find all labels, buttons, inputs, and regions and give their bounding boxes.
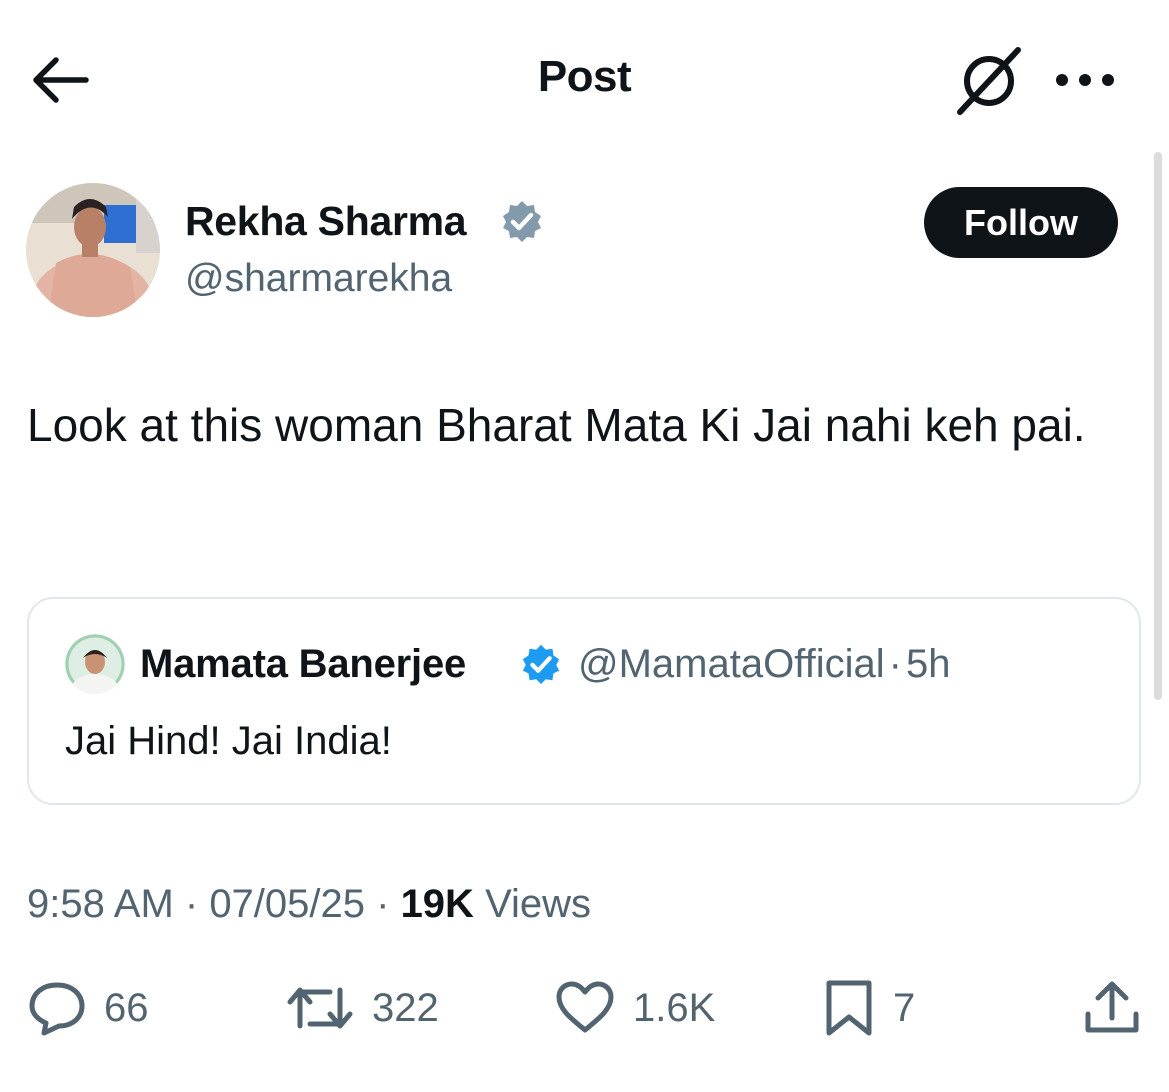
repost-icon	[287, 987, 353, 1029]
author-avatar[interactable]	[26, 183, 160, 317]
repost-button[interactable]: 322	[286, 980, 439, 1036]
post-text: Look at this woman Bharat Mata Ki Jai na…	[27, 399, 1086, 451]
repost-count: 322	[372, 985, 439, 1030]
reply-button[interactable]: 66	[28, 980, 149, 1036]
reply-icon	[29, 982, 85, 1036]
quoted-post-card[interactable]	[27, 597, 1141, 805]
share-icon	[1085, 981, 1139, 1033]
post-date: 07/05/25	[209, 882, 366, 926]
reply-count: 66	[104, 985, 149, 1030]
scrollbar[interactable]	[1154, 152, 1162, 700]
grok-button[interactable]	[954, 46, 1024, 116]
quoted-author-avatar[interactable]	[65, 634, 125, 694]
views-label: Views	[485, 882, 592, 926]
quoted-author-handle-and-age: @MamataOfficial · 5h	[578, 642, 950, 687]
like-count: 1.6K	[633, 985, 716, 1030]
heart-icon	[556, 981, 614, 1033]
quoted-post-text: Jai Hind! Jai India!	[65, 719, 392, 763]
more-horizontal-icon	[1056, 74, 1114, 86]
more-options-button[interactable]	[1052, 60, 1118, 100]
share-button[interactable]	[1082, 980, 1142, 1036]
quoted-post-age: 5h	[905, 642, 951, 686]
grok-icon	[957, 47, 1021, 115]
like-button[interactable]: 1.6K	[555, 980, 715, 1036]
quoted-author-handle: @MamataOfficial	[578, 642, 885, 686]
bookmark-count: 7	[893, 985, 916, 1030]
bookmark-icon	[826, 980, 872, 1036]
author-handle[interactable]: @sharmarekha	[185, 257, 452, 301]
author-name[interactable]: Rekha Sharma	[185, 198, 467, 245]
post-time: 9:58 AM	[27, 882, 174, 926]
views-count: 19K	[400, 882, 474, 926]
verified-badge-icon	[520, 643, 562, 685]
verified-badge-icon	[500, 199, 544, 243]
follow-button[interactable]: Follow	[924, 187, 1118, 258]
separator-dot: ·	[888, 642, 902, 686]
bookmark-button[interactable]: 7	[823, 980, 915, 1036]
quoted-author-name: Mamata Banerjee	[140, 642, 467, 686]
post-meta: 9:58 AM · 07/05/25 · 19K Views	[27, 882, 592, 926]
